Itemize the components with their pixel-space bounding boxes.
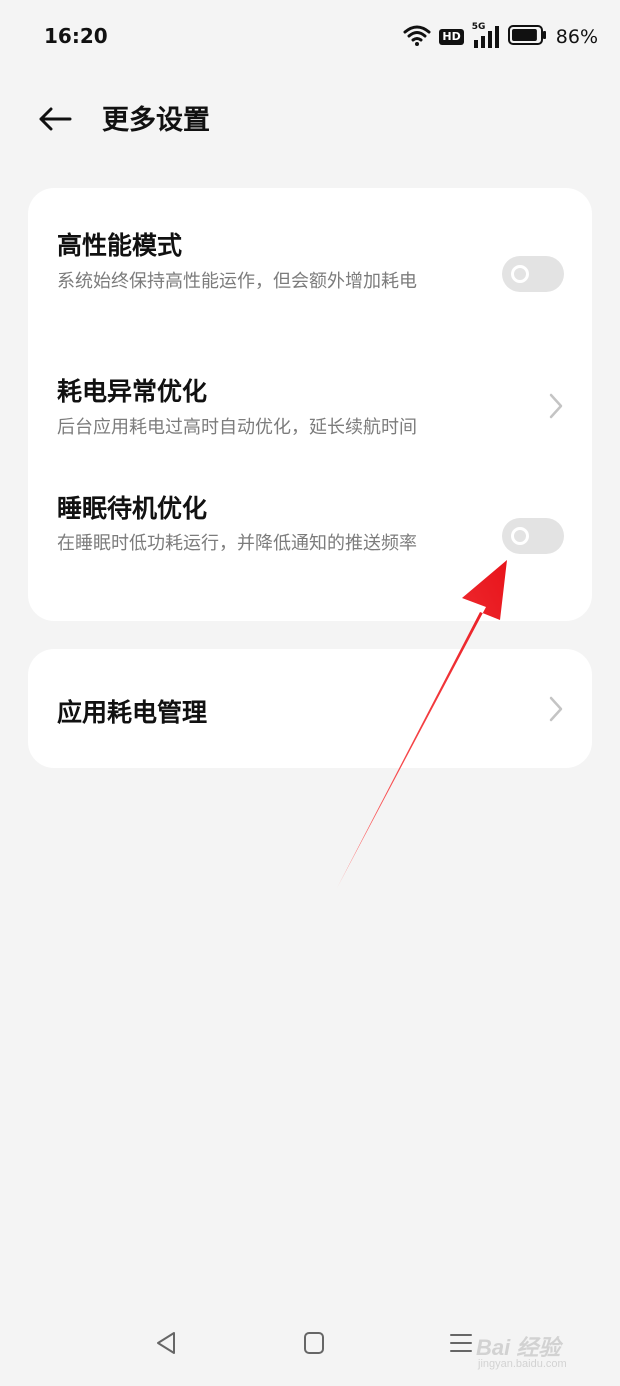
setting-title: 睡眠待机优化 bbox=[57, 494, 208, 523]
setting-title: 耗电异常优化 bbox=[57, 377, 208, 406]
high-performance-toggle[interactable] bbox=[502, 256, 564, 292]
chevron-right-icon bbox=[549, 696, 563, 722]
battery-percent: 86% bbox=[555, 26, 598, 48]
back-button[interactable] bbox=[30, 96, 80, 142]
5g-signal-icon: 5G bbox=[472, 22, 500, 48]
setting-description: 在睡眠时低功耗运行，并降低通知的推送频率 bbox=[57, 533, 417, 554]
back-triangle-icon[interactable] bbox=[154, 1330, 178, 1356]
status-icons: HD 5G 86% bbox=[403, 22, 598, 52]
setting-description: 系统始终保持高性能运作，但会额外增加耗电 bbox=[57, 271, 417, 292]
setting-description: 后台应用耗电过高时自动优化，延长续航时间 bbox=[57, 417, 417, 438]
setting-row-high-performance[interactable]: 高性能模式 系统始终保持高性能运作，但会额外增加耗电 bbox=[28, 188, 592, 333]
toggle-knob bbox=[511, 265, 529, 283]
hd-icon: HD bbox=[439, 29, 464, 45]
setting-row-sleep-standby[interactable]: 睡眠待机优化 在睡眠时低功耗运行，并降低通知的推送频率 bbox=[28, 473, 592, 621]
settings-card: 高性能模式 系统始终保持高性能运作，但会额外增加耗电 耗电异常优化 后台应用耗电… bbox=[28, 188, 592, 621]
page-title: 更多设置 bbox=[102, 105, 210, 136]
home-square-icon[interactable] bbox=[302, 1330, 326, 1356]
chevron-right-icon bbox=[549, 393, 563, 419]
toggle-knob bbox=[511, 527, 529, 545]
setting-row-power-anomaly[interactable]: 耗电异常优化 后台应用耗电过高时自动优化，延长续航时间 bbox=[28, 343, 592, 453]
app-power-title: 应用耗电管理 bbox=[57, 698, 208, 727]
setting-title: 高性能模式 bbox=[57, 231, 183, 260]
page-header: 更多设置 bbox=[0, 84, 620, 154]
arrow-left-icon bbox=[39, 107, 72, 131]
sleep-standby-toggle[interactable] bbox=[502, 518, 564, 554]
status-time: 16:20 bbox=[44, 24, 108, 48]
app-power-management-row[interactable]: 应用耗电管理 bbox=[28, 649, 592, 768]
battery-icon bbox=[507, 25, 548, 49]
watermark-url: jingyan.baidu.com bbox=[478, 1358, 567, 1370]
status-bar: 16:20 HD 5G 86% bbox=[0, 0, 620, 76]
app-power-card: 应用耗电管理 bbox=[28, 649, 592, 768]
baidu-watermark: Bai 经验 jingyan.baidu.com bbox=[448, 1326, 598, 1376]
wifi-icon bbox=[403, 24, 431, 50]
